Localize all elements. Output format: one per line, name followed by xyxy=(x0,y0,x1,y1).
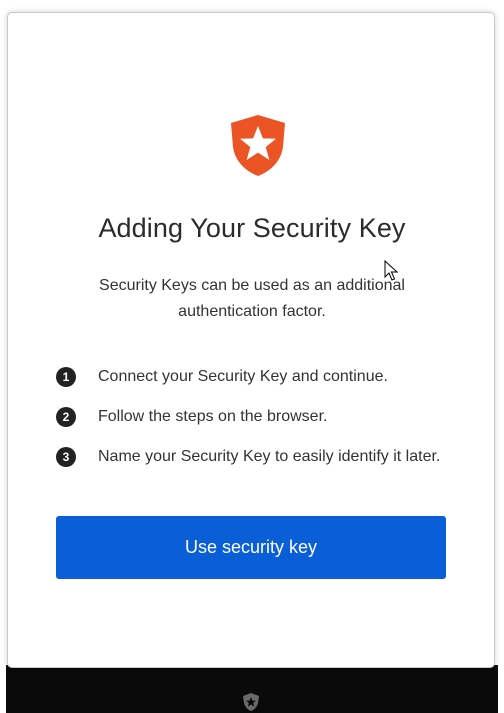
step-text: Name your Security Key to easily identif… xyxy=(98,448,441,465)
use-security-key-button[interactable]: Use security key xyxy=(56,516,446,579)
list-item: 1 Connect your Security Key and continue… xyxy=(56,363,446,391)
step-number-badge: 3 xyxy=(56,447,76,467)
mouse-cursor-icon xyxy=(384,260,398,281)
step-number-badge: 2 xyxy=(56,407,76,427)
page-title: Adding Your Security Key xyxy=(98,213,406,243)
auth0-logo-icon xyxy=(243,693,259,711)
page: Adding Your Security Key Security Keys c… xyxy=(0,0,504,713)
auth0-shield-star-icon xyxy=(231,115,285,176)
list-item: 2 Follow the steps on the browser. xyxy=(56,403,446,431)
step-text: Connect your Security Key and continue. xyxy=(98,368,388,385)
steps-list: 1 Connect your Security Key and continue… xyxy=(56,363,446,483)
description: Security Keys can be used as an addition… xyxy=(99,277,405,320)
list-item: 3 Name your Security Key to easily ident… xyxy=(56,443,446,471)
security-key-card: Adding Your Security Key Security Keys c… xyxy=(7,12,495,668)
step-number-badge: 1 xyxy=(56,367,76,387)
step-text: Follow the steps on the browser. xyxy=(98,408,328,425)
